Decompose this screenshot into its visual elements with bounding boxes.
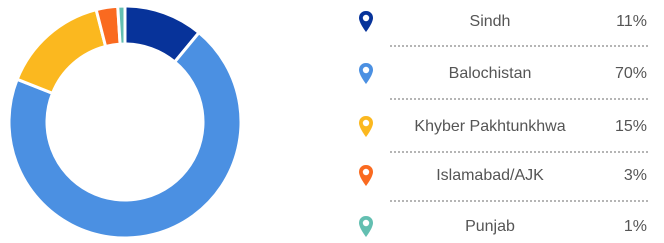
legend-label: Punjab [465,218,515,235]
legend-value: 15% [614,118,647,135]
donut-chart [7,4,243,240]
legend-label: Balochistan [448,65,532,82]
map-pin-icon [359,63,373,84]
map-pin-icon [359,216,373,237]
map-pin-icon [359,116,373,137]
legend-value: 11% [616,13,647,30]
donut-slices [7,4,243,240]
legend-item-khyber-pakhtunkhwa: Khyber Pakhtunkhwa 15% [359,113,650,141]
legend-divider [390,151,648,153]
legend-divider [390,45,648,47]
slice-punjab [116,4,127,46]
map-pin-icon [359,11,373,32]
legend-value: 70% [614,65,647,82]
legend-label: Sindh [469,13,511,30]
legend-label: Islamabad/AJK [436,167,544,184]
legend-item-balochistan: Balochistan 70% [359,60,650,88]
legend-value: 1% [623,218,647,235]
slice-khyber-pakhtunkhwa [15,7,108,96]
legend-divider [390,98,648,100]
legend-item-islamabad-ajk: Islamabad/AJK 3% [359,162,650,190]
legend-item-sindh: Sindh 11% [359,8,650,36]
map-pin-icon [359,165,373,186]
legend-label: Khyber Pakhtunkhwa [414,118,566,135]
legend-item-punjab: Punjab 1% [359,213,650,241]
legend-divider [390,200,648,202]
legend-value: 3% [623,167,647,184]
